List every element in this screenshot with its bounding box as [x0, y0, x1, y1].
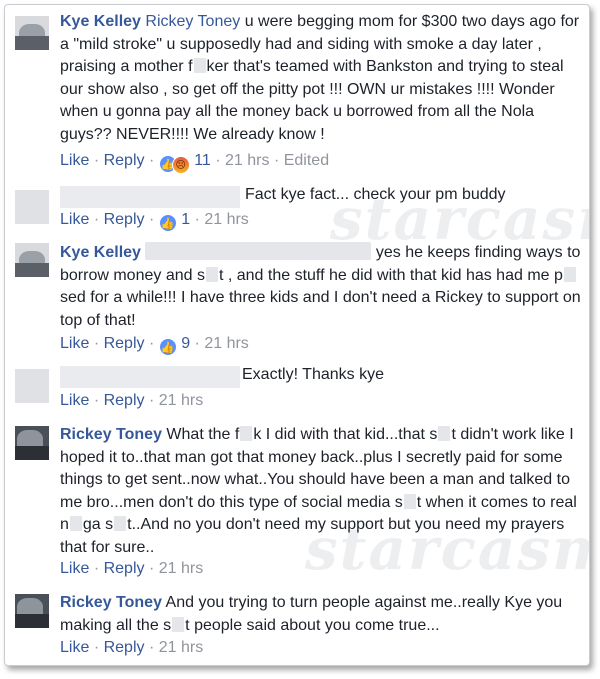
censor-block	[114, 516, 127, 531]
edited-label[interactable]: Edited	[284, 152, 329, 169]
reactions[interactable]: 👍	[158, 338, 177, 356]
censor-block	[438, 426, 451, 441]
like-button[interactable]: Like	[60, 639, 89, 656]
like-button[interactable]: Like	[60, 335, 89, 352]
censor-block	[240, 426, 253, 441]
comment-text: t , and the stuff he did with that kid h…	[218, 266, 563, 284]
avatar[interactable]	[15, 16, 49, 50]
comment-actions: Like · Reply · 👍 1 · 21 hrs	[60, 211, 249, 232]
avatar[interactable]	[15, 426, 49, 460]
like-button[interactable]: Like	[60, 560, 89, 577]
reply-button[interactable]: Reply	[104, 152, 145, 169]
comment-actions: Like · Reply · 👍☹ 11 · 21 hrs · Edited	[60, 152, 329, 174]
reply-button[interactable]: Reply	[104, 392, 145, 409]
timestamp[interactable]: 21 hrs	[159, 560, 203, 577]
comment-text: Exactly! Thanks kye	[242, 366, 384, 383]
censor-block	[563, 266, 576, 282]
redacted-name	[60, 366, 240, 388]
timestamp[interactable]: 21 hrs	[225, 152, 269, 169]
comment-text: ga s	[82, 516, 114, 533]
comment-body: Kye Kelley Rickey Toney u were begging m…	[60, 11, 585, 146]
censor-block	[403, 493, 416, 509]
angry-reaction-icon: ☹	[171, 156, 190, 174]
reaction-count[interactable]: 11	[194, 152, 211, 169]
reply-button[interactable]: Reply	[104, 335, 145, 352]
comment-text: What the f	[161, 426, 240, 443]
like-button[interactable]: Like	[60, 392, 89, 409]
comment-body: Rickey Toney And you trying to turn peop…	[60, 592, 585, 637]
comment-actions: Like · Reply · 21 hrs	[60, 560, 204, 577]
avatar[interactable]	[15, 369, 49, 403]
comment-text: k I did with that kid...that s	[253, 426, 438, 443]
comment-body: Kye Kelley yes he keeps finding ways to …	[60, 242, 585, 332]
timestamp[interactable]: 21 hrs	[159, 392, 203, 409]
avatar[interactable]	[15, 594, 49, 628]
censor-block	[193, 58, 206, 73]
like-button[interactable]: Like	[60, 152, 89, 169]
censor-block	[69, 516, 82, 531]
censor-block	[172, 616, 185, 632]
avatar[interactable]	[15, 190, 49, 224]
comment-author[interactable]: Kye Kelley	[60, 13, 141, 30]
comment-thread: starcasm starcasm Kye Kelley Rickey Tone…	[4, 4, 590, 666]
comment-author[interactable]: Rickey Toney	[60, 594, 162, 611]
censor-block	[205, 266, 218, 282]
timestamp[interactable]: 21 hrs	[159, 639, 203, 656]
comment-author[interactable]: Kye Kelley	[60, 244, 141, 261]
redacted-mention	[145, 242, 372, 260]
comment-actions: Like · Reply · 21 hrs	[60, 639, 204, 656]
timestamp[interactable]: 21 hrs	[204, 335, 248, 352]
reply-button[interactable]: Reply	[104, 639, 145, 656]
reaction-count[interactable]: 9	[181, 335, 190, 352]
comment-actions: Like · Reply · 21 hrs	[60, 392, 204, 409]
comment-text: t..And no you don't need my support but …	[60, 516, 565, 556]
comment-body: Rickey Toney What the f k I did with that…	[60, 424, 585, 559]
reactions[interactable]: 👍☹	[158, 155, 190, 174]
comment-text: sed for a while!!! I have three kids and…	[60, 289, 581, 329]
reaction-count[interactable]: 1	[181, 211, 190, 228]
mention-link[interactable]: Rickey Toney	[145, 13, 240, 30]
comment-text: t people said about you come true...	[185, 616, 440, 634]
comment-text: Fact kye fact... check your pm buddy	[245, 186, 506, 203]
reactions[interactable]: 👍	[158, 214, 177, 232]
avatar[interactable]	[15, 243, 49, 277]
comment-actions: Like · Reply · 👍 9 · 21 hrs	[60, 335, 249, 356]
reply-button[interactable]: Reply	[104, 560, 145, 577]
redacted-name	[60, 186, 240, 208]
comment-author[interactable]: Rickey Toney	[60, 426, 162, 443]
like-reaction-icon: 👍	[158, 214, 177, 232]
timestamp[interactable]: 21 hrs	[204, 211, 248, 228]
like-reaction-icon: 👍	[158, 338, 177, 356]
like-button[interactable]: Like	[60, 211, 89, 228]
reply-button[interactable]: Reply	[104, 211, 145, 228]
